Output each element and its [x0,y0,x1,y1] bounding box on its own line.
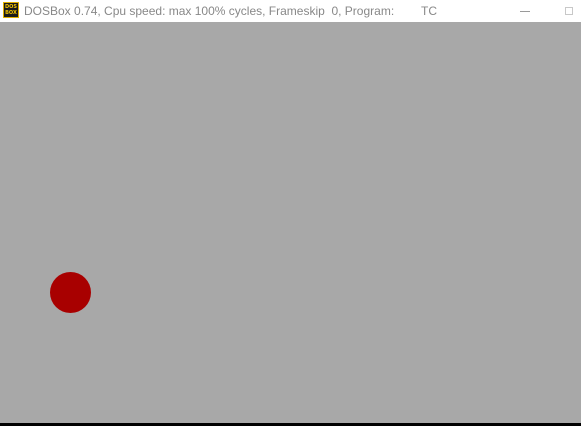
title-bar[interactable]: DOS BOX DOSBox 0.74, Cpu speed: max 100%… [0,0,581,22]
maximize-button[interactable] [556,0,581,22]
minimize-button[interactable] [510,0,540,22]
minimize-icon [520,11,530,12]
icon-text-bottom: BOX [5,10,17,16]
window-title: DOSBox 0.74, Cpu speed: max 100% cycles,… [24,4,395,18]
dosbox-window: DOS BOX DOSBox 0.74, Cpu speed: max 100%… [0,0,581,426]
maximize-icon [564,7,573,15]
dosbox-icon[interactable]: DOS BOX [3,2,19,18]
program-name: TC [421,4,437,18]
red-ball [50,272,91,313]
dos-screen[interactable] [0,22,581,423]
